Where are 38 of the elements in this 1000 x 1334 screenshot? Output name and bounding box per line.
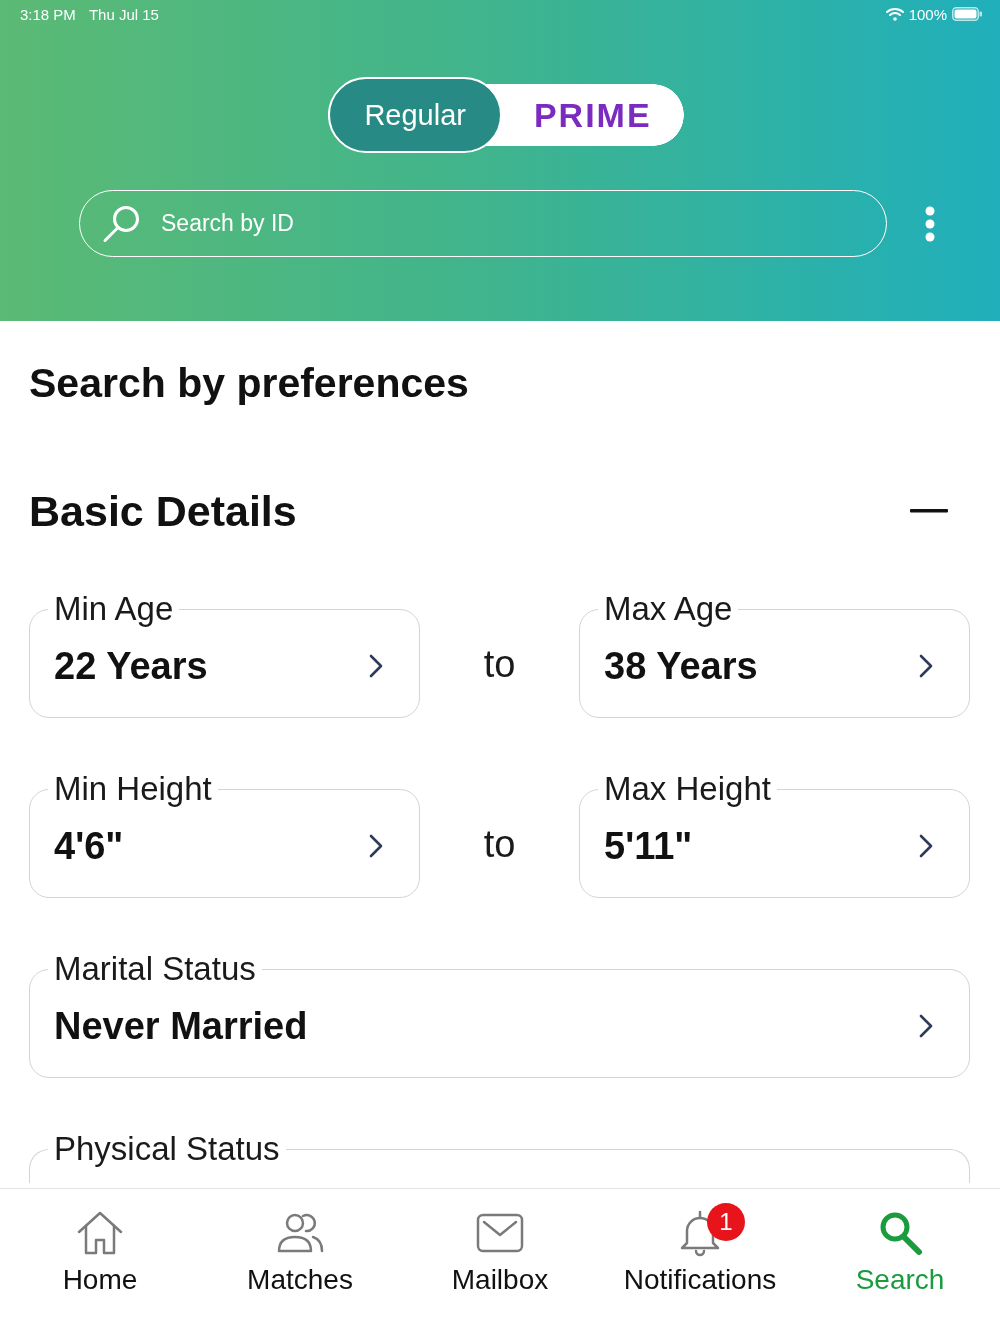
- section-title: Basic Details: [29, 486, 297, 537]
- field-value: 22 Years: [54, 644, 208, 688]
- home-icon: [76, 1209, 124, 1257]
- tab-bar-item[interactable]: Home: [62, 1201, 138, 1296]
- plan-tab[interactable]: PRIME: [501, 84, 684, 146]
- tab-bar-item[interactable]: Matches: [247, 1201, 353, 1296]
- search-input[interactable]: Search by ID: [161, 203, 856, 244]
- field-value: 5'11": [604, 824, 693, 868]
- field-label: Max Height: [603, 771, 772, 807]
- status-time: 3:18 PM: [20, 5, 76, 23]
- minus-icon[interactable]: [910, 509, 948, 513]
- plan-tab[interactable]: Regular: [328, 77, 502, 153]
- field-label: Max Age: [603, 591, 734, 627]
- wifi-icon: [885, 7, 904, 21]
- search-icon: [102, 204, 140, 243]
- range-separator-text: to: [483, 643, 516, 686]
- battery-percentage: 100%: [908, 5, 947, 23]
- battery-icon: [952, 7, 982, 21]
- notification-badge: 1: [707, 1203, 745, 1241]
- field-value: 38 Years: [604, 644, 758, 688]
- page-title: Search by preferences: [29, 359, 469, 407]
- field-label: Marital Status: [53, 951, 257, 987]
- range-separator-text: to: [483, 823, 516, 866]
- chevron-right-icon: [919, 1014, 933, 1038]
- tab-bar-item[interactable]: Mailbox: [451, 1201, 549, 1296]
- field-value: Never Married: [54, 1004, 308, 1048]
- chevron-right-icon: [369, 654, 383, 678]
- tab-bar-item[interactable]: Search: [855, 1201, 945, 1296]
- field-label: Min Age: [53, 591, 175, 627]
- chevron-right-icon: [369, 834, 383, 858]
- status-date: Thu Jul 15: [88, 5, 159, 23]
- field-label: Physical Status: [53, 1131, 281, 1167]
- field-value: 4'6": [54, 824, 124, 868]
- tab-bar-item[interactable]: 1 Notifications: [623, 1201, 777, 1296]
- chevron-right-icon: [919, 654, 933, 678]
- more-options-icon[interactable]: [924, 205, 936, 242]
- chevron-right-icon: [919, 834, 933, 858]
- field-label: Min Height: [53, 771, 213, 807]
